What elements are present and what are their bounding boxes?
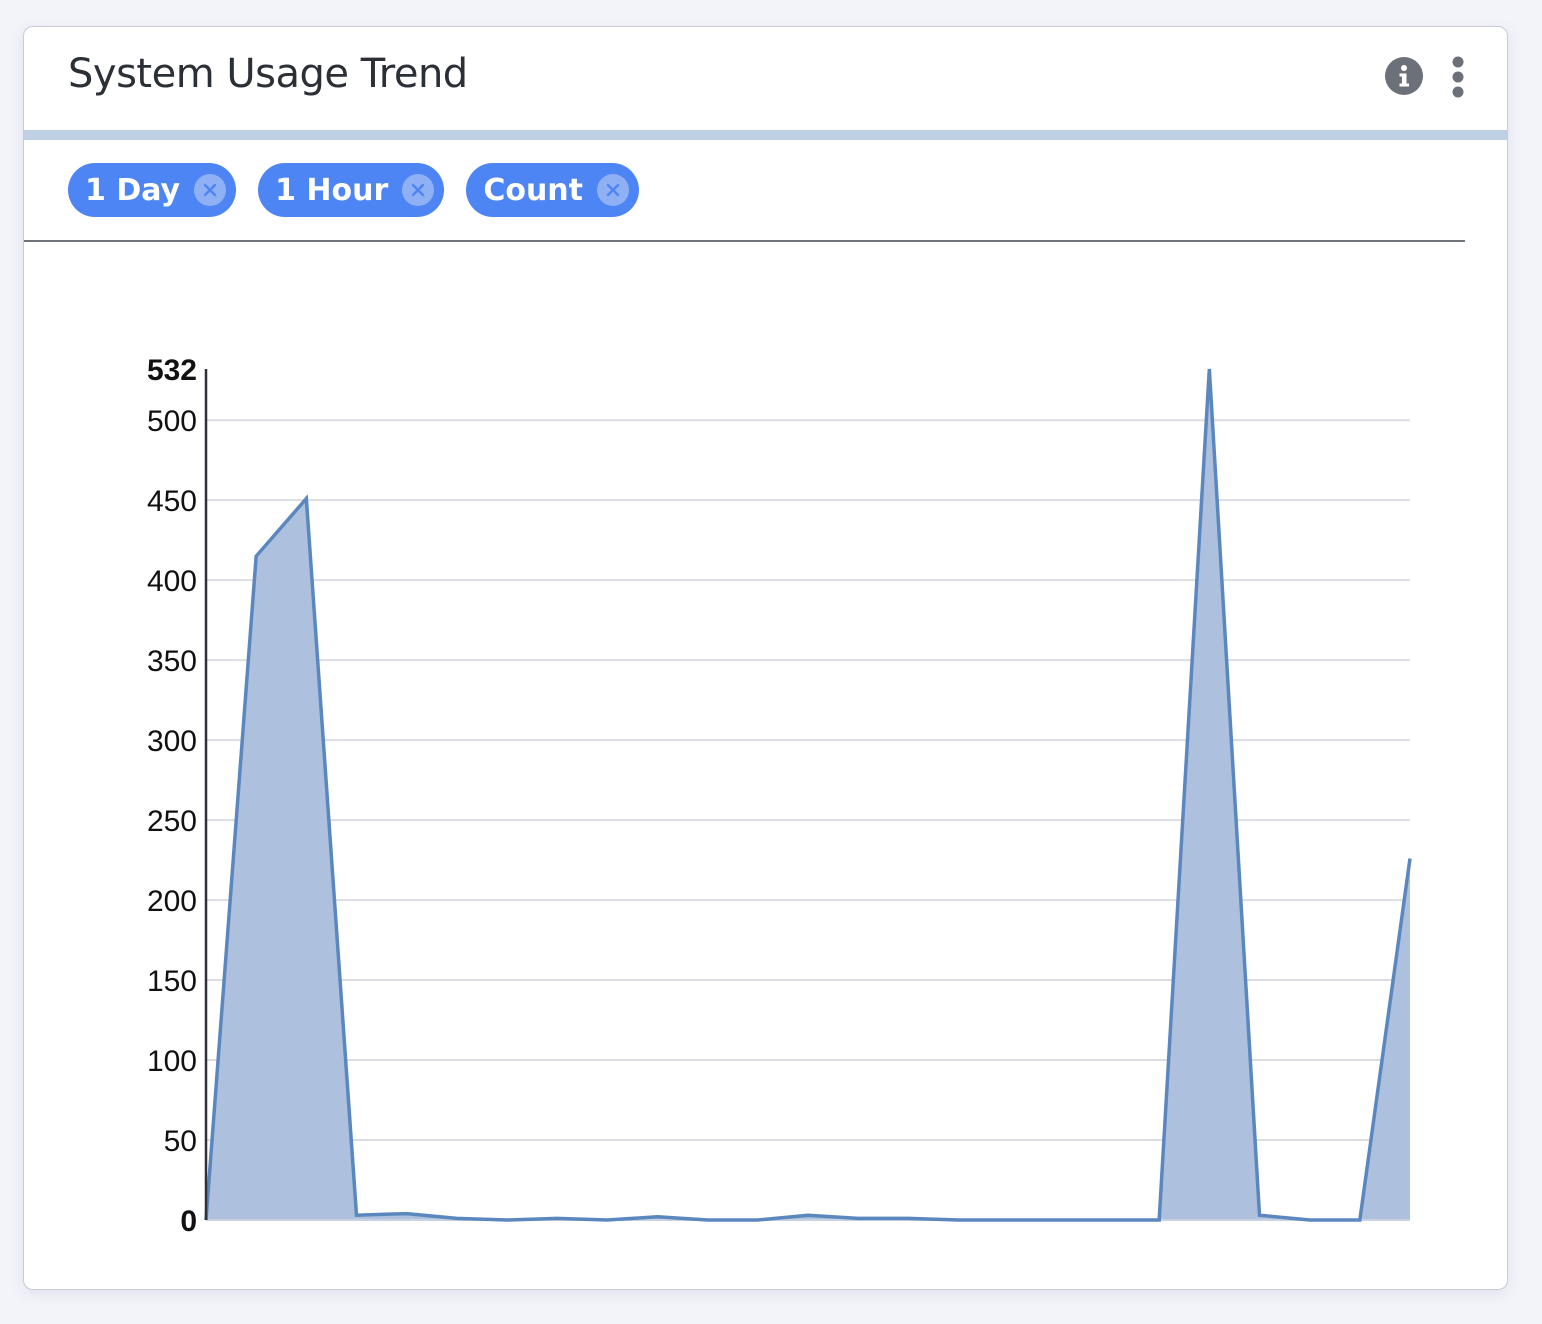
y-tick-label: 100 [147, 1045, 197, 1078]
y-tick-label: 150 [147, 965, 197, 998]
y-tick-label: 250 [147, 805, 197, 838]
y-tick-label: 450 [147, 485, 197, 518]
y-tick-label: 500 [147, 405, 197, 438]
y-tick-label: 400 [147, 565, 197, 598]
y-tick-label: 200 [147, 885, 197, 918]
y-tick-label: 532 [147, 354, 197, 387]
usage-trend-card: System Usage Trend 1 Day 1 Hour Count 0 … [23, 26, 1508, 1290]
y-tick-label: 50 [164, 1125, 197, 1158]
y-tick-label: 0 [180, 1205, 197, 1238]
series-area [206, 369, 1410, 1220]
usage-area-chart: 0 50 100 150 200 250 300 350 400 450 500 532 [147, 354, 1412, 1238]
y-tick-label: 300 [147, 725, 197, 758]
y-tick-label: 350 [147, 645, 197, 678]
